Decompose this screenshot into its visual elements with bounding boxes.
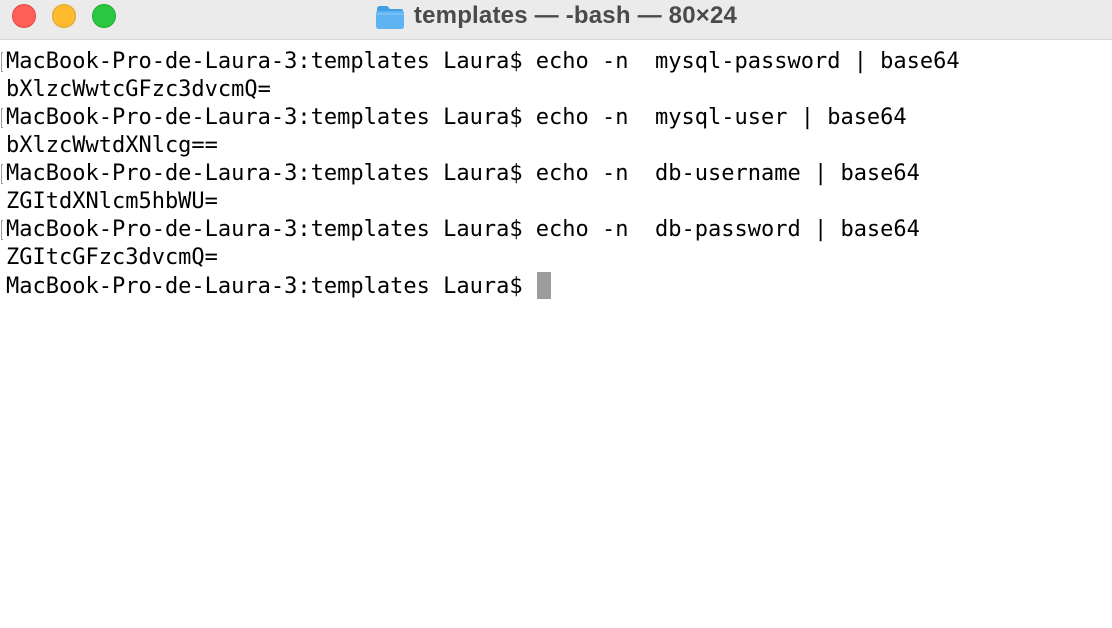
command-mark — [1, 108, 3, 128]
title-bar[interactable]: templates — -bash — 80×24 — [0, 0, 1112, 40]
command-line: MacBook-Pro-de-Laura-3:templates Laura$ … — [6, 161, 920, 186]
output-line: bXlzcWwtcGFzc3dvcmQ= — [6, 77, 271, 102]
output-line: ZGItcGFzc3dvcmQ= — [6, 245, 218, 270]
command-line: MacBook-Pro-de-Laura-3:templates Laura$ … — [6, 49, 960, 74]
command-mark — [1, 220, 3, 240]
output-line: ZGItdXNlcm5hbWU= — [6, 189, 218, 214]
command-line: MacBook-Pro-de-Laura-3:templates Laura$ … — [6, 217, 920, 242]
window-title: templates — -bash — 80×24 — [413, 2, 738, 29]
text-cursor — [536, 272, 551, 299]
command-line: MacBook-Pro-de-Laura-3:templates Laura$ … — [6, 105, 907, 130]
terminal-window: templates — -bash — 80×24 MacBook-Pro-de… — [0, 0, 1112, 628]
folder-icon — [375, 6, 404, 29]
window-title-group: templates — -bash — 80×24 — [0, 0, 1112, 32]
output-line: bXlzcWwtdXNlcg== — [6, 133, 218, 158]
command-mark — [1, 164, 3, 184]
shell-prompt: MacBook-Pro-de-Laura-3:templates Laura$ — [6, 274, 523, 299]
terminal-output[interactable]: MacBook-Pro-de-Laura-3:templates Laura$ … — [0, 48, 1112, 628]
prompt-line[interactable]: MacBook-Pro-de-Laura-3:templates Laura$ — [6, 272, 1112, 300]
command-mark — [1, 52, 3, 72]
